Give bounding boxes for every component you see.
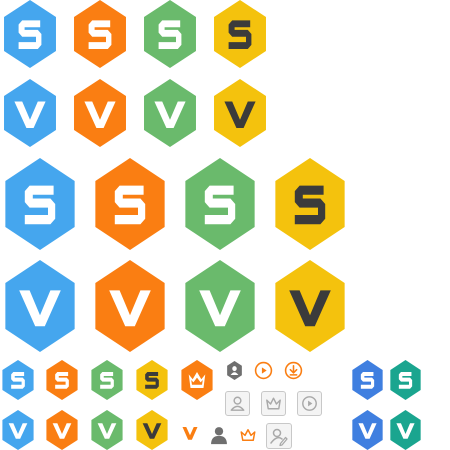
s-hex-orange-icon	[74, 0, 126, 68]
s-hex-green-icon	[185, 158, 255, 250]
s-hex-yellow-icon	[136, 360, 168, 400]
v-hex-green-icon	[185, 260, 255, 352]
s-hex-blue-icon	[5, 158, 75, 250]
v-hex-orange-icon	[95, 260, 165, 352]
v-orange-icon	[180, 424, 200, 442]
v-hex-green-icon	[91, 410, 123, 450]
s-hex-green-icon	[91, 360, 123, 400]
user-edit-box-icon	[266, 423, 292, 449]
v-hex-orange-icon	[46, 410, 78, 450]
crown-box-icon	[261, 391, 286, 416]
play-circle-orange-icon	[254, 361, 273, 380]
s-hex-blue-icon	[4, 0, 56, 68]
s-hex-orange-icon	[46, 360, 78, 400]
v-hex-teal-icon	[390, 410, 421, 450]
v-hex-yellow-icon	[214, 79, 266, 147]
play-box-icon	[297, 391, 322, 416]
s-hex-teal-icon	[390, 360, 421, 400]
s-hex-orange-icon	[95, 158, 165, 250]
crown-outline-orange-icon	[238, 426, 258, 444]
v-hex-blue-icon	[4, 79, 56, 147]
user-gray-icon	[209, 425, 229, 445]
icon-sheet	[0, 0, 450, 450]
v-hex-yellow-icon	[275, 260, 345, 352]
s-hex-blue-icon	[2, 360, 34, 400]
s-hex-yellow-icon	[275, 158, 345, 250]
crown-hex-orange-icon	[181, 360, 213, 400]
v-hex-blue-icon	[2, 410, 34, 450]
user-box-icon	[225, 391, 250, 416]
user-hex-gray-icon	[227, 361, 242, 380]
s-hex-dark-blue-icon	[352, 360, 383, 400]
v-hex-dark-blue-icon	[352, 410, 383, 450]
s-hex-green-icon	[144, 0, 196, 68]
v-hex-blue-icon	[5, 260, 75, 352]
v-hex-orange-icon	[74, 79, 126, 147]
v-hex-yellow-icon	[136, 410, 168, 450]
v-hex-green-icon	[144, 79, 196, 147]
s-hex-yellow-icon	[214, 0, 266, 68]
download-circle-orange-icon	[284, 361, 303, 380]
